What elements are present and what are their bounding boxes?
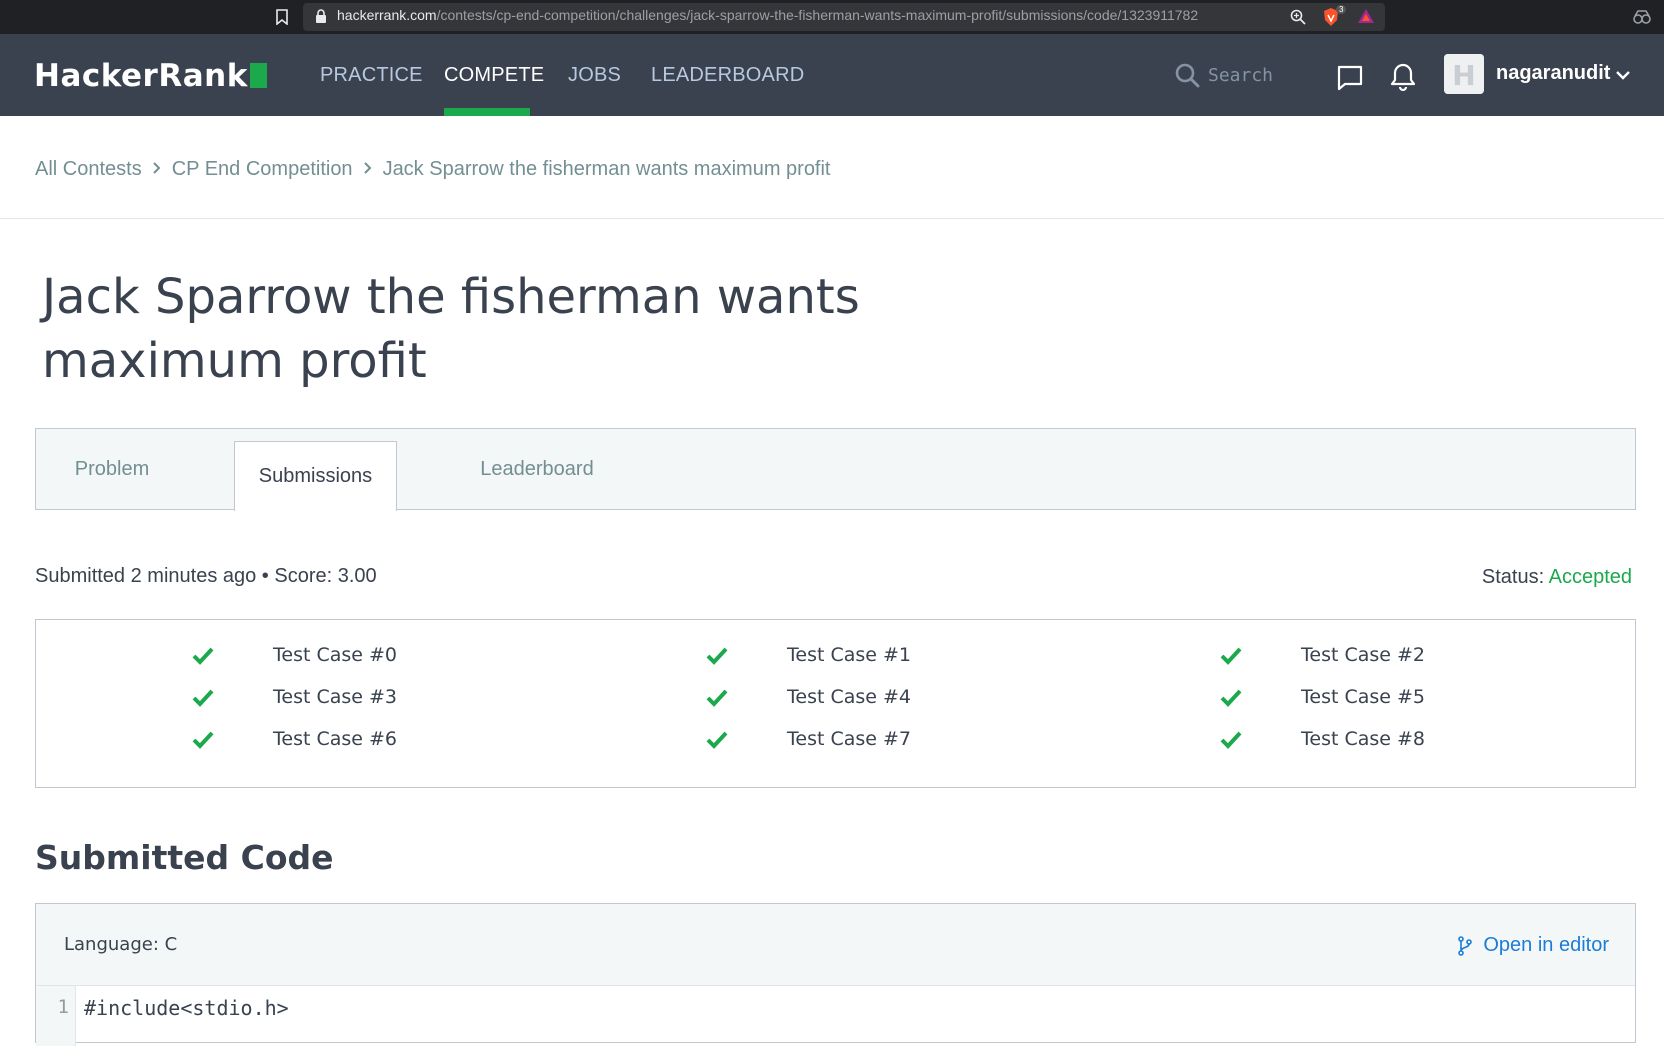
- test-case-item[interactable]: Test Case #0: [191, 642, 397, 670]
- check-icon: [192, 647, 214, 665]
- chevron-right-icon: [142, 158, 172, 181]
- messages-icon[interactable]: [1336, 64, 1364, 96]
- top-navbar: HackerRank PRACTICE COMPETE JOBS LEADERB…: [0, 34, 1664, 116]
- chevron-down-icon[interactable]: [1615, 66, 1631, 85]
- test-case-label: Test Case #3: [273, 686, 398, 708]
- branch-icon: [1458, 935, 1473, 956]
- test-case-label: Test Case #0: [273, 644, 398, 666]
- open-in-editor-label: Open in editor: [1483, 934, 1609, 956]
- test-case-label: Test Case #7: [787, 728, 912, 750]
- check-icon: [1220, 731, 1242, 749]
- search-icon[interactable]: [1174, 62, 1200, 92]
- check-icon: [1220, 689, 1242, 707]
- breadcrumb-all-contests[interactable]: All Contests: [35, 158, 142, 181]
- submission-summary: Submitted 2 minutes ago • Score: 3.00: [35, 565, 377, 587]
- username[interactable]: nagaranudit: [1496, 62, 1610, 85]
- url-text[interactable]: hackerrank.com/contests/cp-end-competiti…: [337, 7, 1198, 23]
- check-icon: [192, 731, 214, 749]
- test-case-item[interactable]: Test Case #3: [191, 684, 397, 712]
- test-case-item[interactable]: Test Case #7: [705, 726, 911, 754]
- check-icon: [192, 689, 214, 707]
- avatar[interactable]: H: [1444, 54, 1484, 94]
- search-input[interactable]: [1208, 60, 1318, 90]
- breadcrumb-contest[interactable]: CP End Competition: [172, 158, 353, 181]
- challenge-tabs: Problem Submissions Leaderboard: [35, 428, 1636, 511]
- test-case-label: Test Case #5: [1301, 686, 1426, 708]
- status-label: Status:: [1481, 566, 1545, 588]
- test-case-label: Test Case #8: [1301, 728, 1426, 750]
- code-line[interactable]: #include<stdio.h>: [84, 996, 289, 1020]
- breadcrumb: All Contests CP End Competition Jack Spa…: [35, 158, 831, 181]
- test-case-label: Test Case #6: [273, 728, 398, 750]
- chevron-right-icon: [353, 158, 383, 181]
- tab-submissions[interactable]: Submissions: [234, 441, 397, 511]
- brave-rewards-icon[interactable]: [1357, 8, 1375, 28]
- code-viewer-header: Language: C Open in editor: [36, 904, 1635, 986]
- test-case-item[interactable]: Test Case #1: [705, 642, 911, 670]
- open-in-editor-link[interactable]: Open in editor: [1457, 934, 1609, 957]
- test-case-item[interactable]: Test Case #4: [705, 684, 911, 712]
- test-case-item[interactable]: Test Case #2: [1219, 642, 1425, 670]
- tab-leaderboard[interactable]: Leaderboard: [442, 429, 632, 509]
- breadcrumb-challenge[interactable]: Jack Sparrow the fisherman wants maximum…: [383, 158, 831, 181]
- browser-toolbar: hackerrank.com/contests/cp-end-competiti…: [0, 0, 1664, 34]
- url-path: /contests/cp-end-competition/challenges/…: [436, 7, 1199, 23]
- submitted-code-heading: Submitted Code: [35, 838, 334, 877]
- logo-mark: [249, 63, 267, 88]
- page-title: Jack Sparrow the fisherman wants maximum…: [42, 265, 942, 393]
- check-icon: [1220, 647, 1242, 665]
- nav-leaderboard[interactable]: LEADERBOARD: [651, 64, 804, 87]
- check-icon: [706, 689, 728, 707]
- status-badge: Accepted: [1548, 566, 1632, 588]
- test-case-item[interactable]: Test Case #6: [191, 726, 397, 754]
- page-title-line2: maximum profit: [42, 333, 427, 389]
- logo-text: HackerRank: [34, 58, 248, 94]
- bookmark-icon[interactable]: [276, 9, 288, 29]
- test-cases-panel: Test Case #0 Test Case #1 Test Case #2 T…: [35, 619, 1636, 788]
- lock-icon[interactable]: [315, 9, 327, 28]
- check-icon: [706, 731, 728, 749]
- submission-status: Status: Accepted: [1482, 566, 1632, 589]
- line-number-gutter: 1: [36, 986, 76, 1046]
- test-case-item[interactable]: Test Case #5: [1219, 684, 1425, 712]
- test-case-label: Test Case #2: [1301, 644, 1426, 666]
- nav-compete[interactable]: COMPETE: [444, 64, 544, 87]
- avatar-letter: H: [1452, 59, 1475, 92]
- test-case-label: Test Case #4: [787, 686, 912, 708]
- hackerrank-logo[interactable]: HackerRank: [34, 58, 267, 94]
- url-host: hackerrank.com: [337, 7, 437, 23]
- zoom-icon[interactable]: [1290, 9, 1306, 29]
- code-viewer: Language: C Open in editor 1 #include<st…: [35, 903, 1636, 1046]
- page-title-line1: Jack Sparrow the fisherman wants: [42, 269, 860, 325]
- language-label: Language: C: [64, 934, 178, 955]
- extension-icon[interactable]: [1632, 9, 1652, 29]
- test-case-label: Test Case #1: [787, 644, 912, 666]
- tab-problem[interactable]: Problem: [36, 429, 188, 509]
- nav-jobs[interactable]: JOBS: [568, 64, 621, 87]
- test-case-item[interactable]: Test Case #8: [1219, 726, 1425, 754]
- check-icon: [706, 647, 728, 665]
- line-number: 1: [57, 996, 69, 1018]
- divider: [0, 218, 1664, 219]
- notifications-bell-icon[interactable]: [1390, 62, 1416, 96]
- active-nav-indicator: [444, 108, 530, 116]
- nav-practice[interactable]: PRACTICE: [320, 64, 423, 87]
